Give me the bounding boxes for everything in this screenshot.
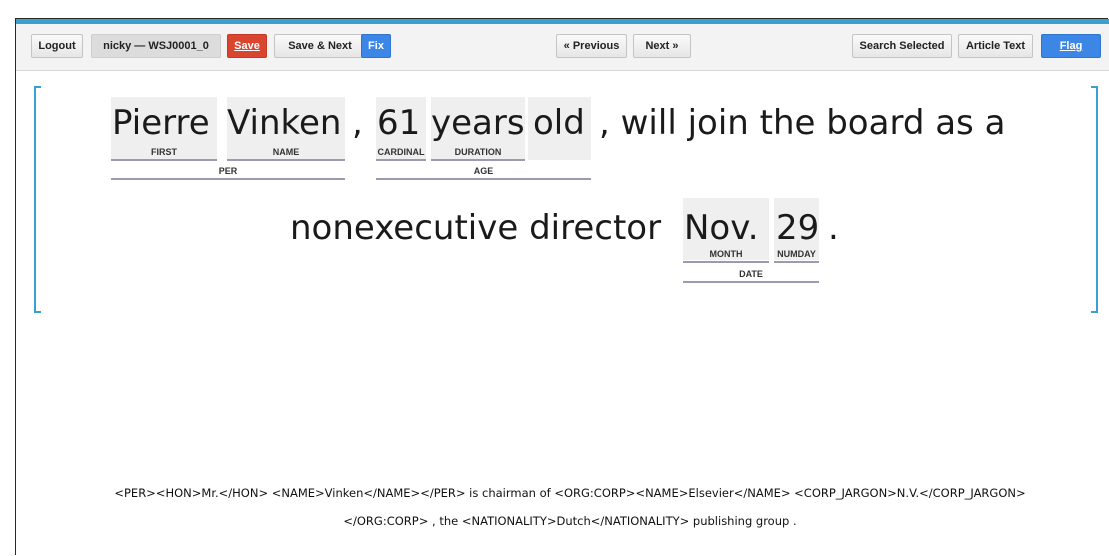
next-button[interactable]: Next » [633,34,691,58]
flag-button[interactable]: Flag [1041,34,1101,58]
right-bracket [1091,86,1098,313]
token-pierre[interactable]: Pierre [112,103,210,143]
bar-name [227,159,345,161]
label-duration[interactable]: DURATION [431,147,525,157]
token-rest-line1[interactable]: , will join the board as a [599,103,1005,143]
bar-first [111,159,217,161]
token-vinken[interactable]: Vinken [227,103,341,143]
label-cardinal[interactable]: CARDINAL [376,147,426,157]
bar-date [683,281,819,283]
label-first[interactable]: FIRST [111,147,217,157]
token-period[interactable]: . [828,208,839,248]
label-date[interactable]: DATE [683,269,819,279]
bar-numday [774,261,819,263]
article-text-button[interactable]: Article Text [958,34,1033,58]
left-bracket [34,86,41,313]
label-age[interactable]: AGE [376,166,591,176]
label-month[interactable]: MONTH [683,249,769,259]
label-per[interactable]: PER [111,166,345,176]
previous-button[interactable]: « Previous [556,34,627,58]
search-selected-button[interactable]: Search Selected [852,34,952,58]
toolbar: Logout nicky — WSJ0001_0 Save Save & Nex… [16,24,1109,71]
xml-text-line2: </ORG:CORP> , the <NATIONALITY>Dutch</NA… [343,514,797,528]
token-comma-1[interactable]: , [352,103,363,143]
document-label[interactable]: nicky — WSJ0001_0 [91,34,221,58]
token-29[interactable]: 29 [776,208,819,248]
token-years[interactable]: years [431,103,525,143]
bar-cardinal [376,159,426,161]
save-next-button[interactable]: Save & Next [274,34,366,58]
fix-button[interactable]: Fix [361,34,391,58]
bar-age [376,178,591,180]
logout-button[interactable]: Logout [31,34,83,58]
bar-per [111,178,345,180]
bar-duration [431,159,525,161]
token-61[interactable]: 61 [377,103,420,143]
token-old[interactable]: old [533,103,585,143]
token-nov[interactable]: Nov. [684,208,759,248]
xml-text-line1: <PER><HON>Mr.</HON> <NAME>Vinken</NAME><… [114,486,1026,500]
label-name[interactable]: NAME [227,147,345,157]
label-numday[interactable]: NUMDAY [774,249,819,259]
token-rest-line2[interactable]: nonexecutive director [290,208,661,248]
save-button[interactable]: Save [227,34,267,58]
bar-month [683,261,769,263]
